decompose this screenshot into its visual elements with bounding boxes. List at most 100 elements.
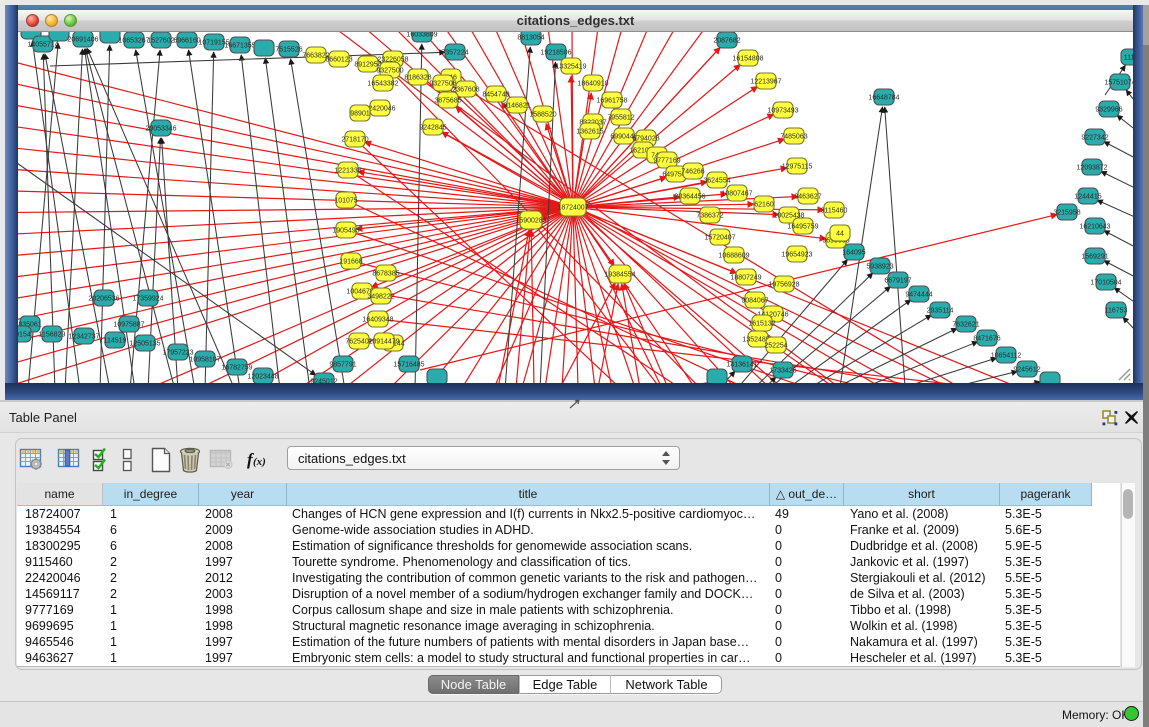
svg-text:14136141: 14136141 bbox=[726, 362, 757, 369]
svg-text:1221338: 1221338 bbox=[334, 168, 361, 175]
svg-text:1244415: 1244415 bbox=[1074, 194, 1101, 201]
svg-text:7515526: 7515526 bbox=[275, 47, 302, 54]
svg-text:17010504: 17010504 bbox=[1090, 280, 1121, 287]
svg-text:7955812: 7955812 bbox=[607, 115, 634, 122]
svg-text:20206536: 20206536 bbox=[88, 296, 119, 303]
svg-text:16495759: 16495759 bbox=[787, 224, 818, 231]
svg-text:3624554: 3624554 bbox=[703, 178, 730, 185]
svg-text:9474444: 9474444 bbox=[905, 292, 932, 299]
svg-text:10975887: 10975887 bbox=[113, 322, 144, 329]
svg-text:16409348: 16409348 bbox=[362, 317, 393, 324]
svg-text:10958107: 10958107 bbox=[189, 357, 220, 364]
svg-text:14055714: 14055714 bbox=[27, 42, 58, 49]
svg-text:9242845: 9242845 bbox=[419, 125, 446, 132]
svg-text:17957223: 17957223 bbox=[162, 350, 193, 357]
svg-text:101075: 101075 bbox=[334, 198, 357, 205]
svg-text:16671355: 16671355 bbox=[224, 43, 255, 50]
svg-text:15751074: 15751074 bbox=[1104, 80, 1133, 87]
svg-text:16033809: 16033809 bbox=[406, 32, 437, 39]
svg-text:1569291: 1569291 bbox=[1081, 254, 1108, 261]
svg-text:6966160: 6966160 bbox=[173, 38, 200, 45]
svg-text:8813054: 8813054 bbox=[517, 35, 544, 42]
svg-text:6679197: 6679197 bbox=[884, 278, 911, 285]
svg-text:9463627: 9463627 bbox=[794, 194, 821, 201]
svg-text:164095: 164095 bbox=[842, 250, 865, 257]
svg-text:9115460: 9115460 bbox=[821, 208, 848, 215]
svg-text:1905493: 1905493 bbox=[332, 228, 359, 235]
svg-text:1112: 1112 bbox=[1124, 55, 1133, 62]
svg-text:2718170: 2718170 bbox=[341, 137, 368, 144]
svg-text:1733426: 1733426 bbox=[769, 368, 796, 375]
svg-text:8454749: 8454749 bbox=[482, 92, 509, 99]
svg-text:7386372: 7386372 bbox=[696, 213, 723, 220]
svg-text:9329966: 9329966 bbox=[1095, 107, 1122, 114]
svg-text:20364456: 20364456 bbox=[674, 194, 705, 201]
svg-text:8678385: 8678385 bbox=[372, 271, 399, 278]
svg-text:9327500: 9327500 bbox=[376, 68, 403, 75]
svg-text:16782759: 16782759 bbox=[221, 365, 252, 372]
svg-text:8660123: 8660123 bbox=[325, 57, 352, 64]
svg-text:19654923: 19654923 bbox=[781, 252, 812, 259]
svg-text:5938923: 5938923 bbox=[866, 264, 893, 271]
svg-text:1156829: 1156829 bbox=[39, 332, 66, 339]
svg-text:62160: 62160 bbox=[754, 202, 774, 209]
svg-text:3215958: 3215958 bbox=[1053, 210, 1080, 217]
svg-text:12505135: 12505135 bbox=[129, 341, 160, 348]
svg-text:19384554: 19384554 bbox=[604, 272, 635, 279]
svg-text:98901: 98901 bbox=[350, 111, 370, 118]
svg-text:2935114: 2935114 bbox=[927, 308, 954, 315]
svg-text:10807467: 10807467 bbox=[721, 191, 752, 198]
svg-text:16543382: 16543382 bbox=[367, 81, 398, 88]
svg-text:15900283: 15900283 bbox=[515, 218, 546, 225]
svg-text:12975115: 12975115 bbox=[782, 164, 813, 171]
svg-text:10914479: 10914479 bbox=[368, 339, 399, 346]
svg-text:13325419: 13325419 bbox=[555, 64, 586, 71]
svg-text:(x): (x) bbox=[253, 456, 266, 468]
svg-text:20691406: 20691406 bbox=[67, 37, 98, 44]
svg-text:9857791: 9857791 bbox=[329, 362, 356, 369]
svg-text:18807249: 18807249 bbox=[730, 275, 761, 282]
svg-text:1615132: 1615132 bbox=[748, 321, 775, 328]
svg-text:18724007: 18724007 bbox=[557, 205, 588, 212]
svg-text:17359924: 17359924 bbox=[132, 296, 163, 303]
svg-text:1362615: 1362615 bbox=[576, 129, 603, 136]
svg-text:7632621: 7632621 bbox=[952, 322, 979, 329]
svg-text:2087682: 2087682 bbox=[713, 38, 740, 45]
svg-text:16210643: 16210643 bbox=[1079, 224, 1110, 231]
svg-text:2367608: 2367608 bbox=[452, 87, 479, 94]
svg-text:252254: 252254 bbox=[764, 343, 787, 350]
svg-text:3498222: 3498222 bbox=[367, 294, 394, 301]
svg-text:3875685: 3875685 bbox=[434, 98, 461, 105]
svg-text:10653267: 10653267 bbox=[118, 38, 149, 45]
svg-text:19218506: 19218506 bbox=[540, 50, 571, 57]
svg-text:39154: 39154 bbox=[18, 332, 31, 339]
svg-text:9146821: 9146821 bbox=[503, 103, 530, 110]
svg-text:12023448: 12023448 bbox=[247, 374, 278, 381]
svg-text:15716485: 15716485 bbox=[393, 362, 424, 369]
svg-text:8471676: 8471676 bbox=[973, 336, 1000, 343]
svg-text:7485063: 7485063 bbox=[780, 134, 807, 141]
svg-text:16154808: 16154808 bbox=[732, 56, 763, 63]
svg-text:116753: 116753 bbox=[1105, 308, 1128, 315]
svg-text:9777169: 9777169 bbox=[653, 158, 680, 165]
svg-text:29053346: 29053346 bbox=[145, 126, 176, 133]
svg-text:9245612: 9245612 bbox=[1013, 367, 1040, 374]
svg-text:114519: 114519 bbox=[104, 338, 127, 345]
svg-text:12093872: 12093872 bbox=[1076, 165, 1107, 172]
svg-text:9245012: 9245012 bbox=[310, 379, 337, 384]
svg-text:8186328: 8186328 bbox=[404, 75, 431, 82]
svg-text:746266: 746266 bbox=[681, 169, 704, 176]
svg-text:10654112: 10654112 bbox=[991, 353, 1022, 360]
svg-text:12342737: 12342737 bbox=[68, 334, 99, 341]
svg-text:44: 44 bbox=[836, 231, 844, 238]
svg-text:16961758: 16961758 bbox=[596, 98, 627, 105]
svg-text:16648784: 16648784 bbox=[868, 95, 899, 102]
svg-text:9084067: 9084067 bbox=[741, 298, 768, 305]
svg-text:19756928: 19756928 bbox=[768, 282, 799, 289]
svg-text:10688609: 10688609 bbox=[718, 253, 749, 260]
svg-text:1527602: 1527602 bbox=[147, 38, 174, 45]
svg-text:7357224: 7357224 bbox=[441, 50, 468, 57]
svg-text:9227342: 9227342 bbox=[1081, 135, 1108, 142]
svg-text:191668: 191668 bbox=[339, 259, 362, 266]
svg-text:12213967: 12213967 bbox=[750, 79, 781, 86]
